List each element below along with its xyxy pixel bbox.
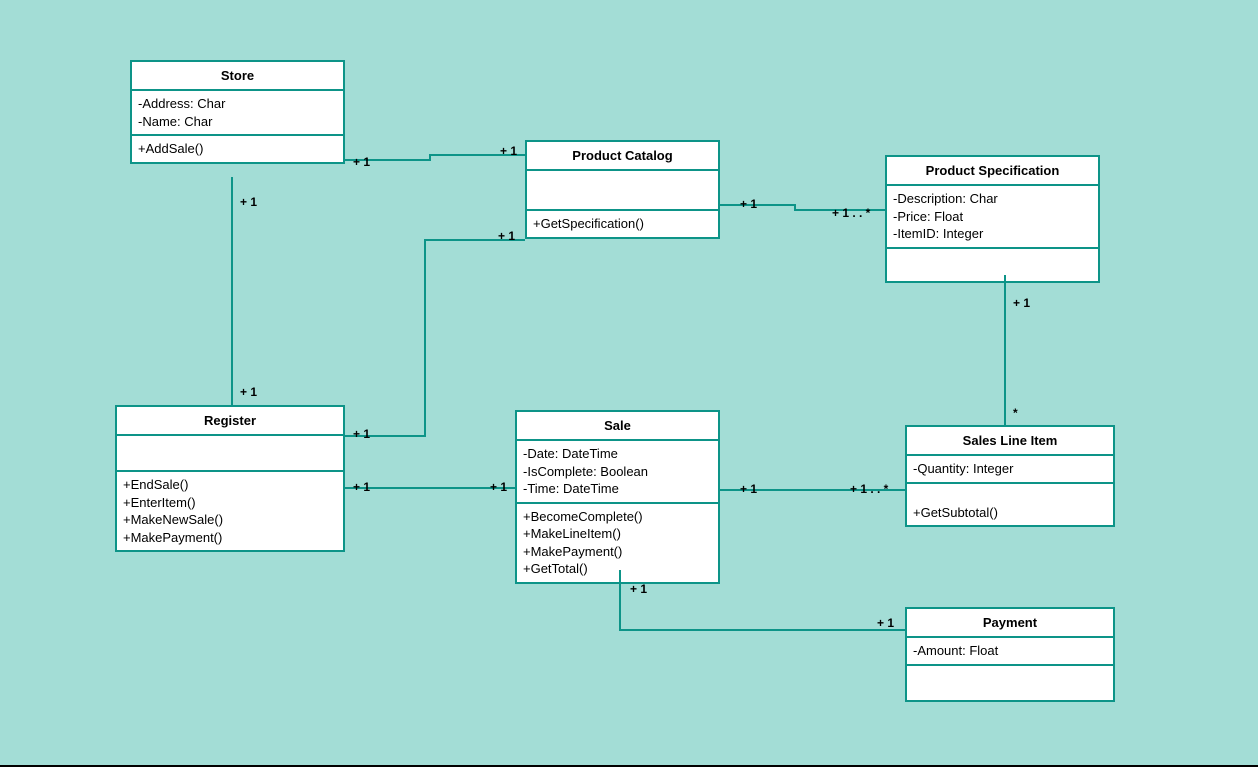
attr: -IsComplete: Boolean	[523, 463, 712, 481]
class-sales-line-item[interactable]: Sales Line Item -Quantity: Integer +GetS…	[905, 425, 1115, 527]
attr: -Date: DateTime	[523, 445, 712, 463]
class-product-catalog[interactable]: Product Catalog +GetSpecification()	[525, 140, 720, 239]
method: +BecomeComplete()	[523, 508, 712, 526]
class-sales-line-item-attrs: -Quantity: Integer	[907, 456, 1113, 484]
attr: -Description: Char	[893, 190, 1092, 208]
class-register-attrs	[117, 436, 343, 472]
class-payment-attrs: -Amount: Float	[907, 638, 1113, 666]
method: +EnterItem()	[123, 494, 337, 512]
method: +MakePayment()	[523, 543, 712, 561]
mult-store-catalog-right: + 1	[500, 144, 517, 158]
method: +AddSale()	[138, 140, 337, 158]
attr: -Time: DateTime	[523, 480, 712, 498]
mult-spec-sli-top: + 1	[1013, 296, 1030, 310]
mult-spec-sli-bottom: *	[1013, 406, 1018, 420]
attr: -ItemID: Integer	[893, 225, 1092, 243]
attr: -Price: Float	[893, 208, 1092, 226]
mult-catalog-spec-left: + 1	[740, 197, 757, 211]
method: +GetSubtotal()	[913, 504, 1107, 522]
mult-sale-sli-right: + 1 . . *	[850, 482, 888, 496]
class-payment-methods	[907, 666, 1113, 700]
attr: -Quantity: Integer	[913, 460, 1107, 478]
mult-register-sale-left: + 1	[353, 480, 370, 494]
class-product-spec[interactable]: Product Specification -Description: Char…	[885, 155, 1100, 283]
mult-sale-payment-right: + 1	[877, 616, 894, 630]
mult-register-catalog-right: + 1	[498, 229, 515, 243]
attr: -Name: Char	[138, 113, 337, 131]
mult-store-register-top: + 1	[240, 195, 257, 209]
class-sale-attrs: -Date: DateTime -IsComplete: Boolean -Ti…	[517, 441, 718, 504]
class-product-catalog-methods: +GetSpecification()	[527, 211, 718, 237]
class-register-title: Register	[117, 407, 343, 436]
method: +MakeNewSale()	[123, 511, 337, 529]
class-sales-line-item-methods: +GetSubtotal()	[907, 484, 1113, 526]
class-store-methods: +AddSale()	[132, 136, 343, 162]
class-sale[interactable]: Sale -Date: DateTime -IsComplete: Boolea…	[515, 410, 720, 584]
class-store[interactable]: Store -Address: Char -Name: Char +AddSal…	[130, 60, 345, 164]
class-sales-line-item-title: Sales Line Item	[907, 427, 1113, 456]
class-store-title: Store	[132, 62, 343, 91]
class-payment-title: Payment	[907, 609, 1113, 638]
class-payment[interactable]: Payment -Amount: Float	[905, 607, 1115, 702]
mult-register-sale-right: + 1	[490, 480, 507, 494]
class-register-methods: +EndSale() +EnterItem() +MakeNewSale() +…	[117, 472, 343, 550]
class-register[interactable]: Register +EndSale() +EnterItem() +MakeNe…	[115, 405, 345, 552]
mult-register-catalog-left: + 1	[353, 427, 370, 441]
class-product-catalog-title: Product Catalog	[527, 142, 718, 171]
mult-store-catalog-left: + 1	[353, 155, 370, 169]
class-product-spec-title: Product Specification	[887, 157, 1098, 186]
mult-store-register-bottom: + 1	[240, 385, 257, 399]
mult-catalog-spec-right: + 1 . . *	[832, 206, 870, 220]
method: +EndSale()	[123, 476, 337, 494]
method: +MakeLineItem()	[523, 525, 712, 543]
mult-sale-sli-left: + 1	[740, 482, 757, 496]
class-product-catalog-attrs	[527, 171, 718, 211]
method: +GetTotal()	[523, 560, 712, 578]
class-sale-title: Sale	[517, 412, 718, 441]
method: +GetSpecification()	[533, 215, 712, 233]
class-product-spec-methods	[887, 249, 1098, 281]
attr: -Address: Char	[138, 95, 337, 113]
method: +MakePayment()	[123, 529, 337, 547]
mult-sale-payment-top: + 1	[630, 582, 647, 596]
class-product-spec-attrs: -Description: Char -Price: Float -ItemID…	[887, 186, 1098, 249]
class-sale-methods: +BecomeComplete() +MakeLineItem() +MakeP…	[517, 504, 718, 582]
class-store-attrs: -Address: Char -Name: Char	[132, 91, 343, 136]
attr: -Amount: Float	[913, 642, 1107, 660]
